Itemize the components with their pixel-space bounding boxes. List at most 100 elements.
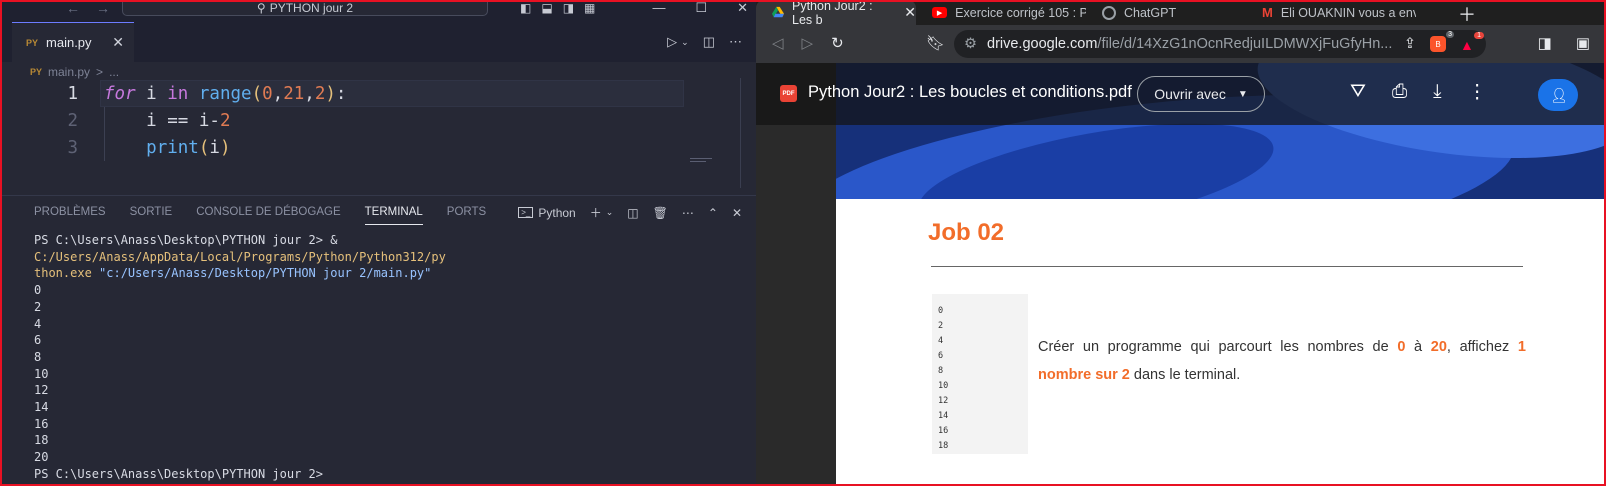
address-bar[interactable]: ⚙︎ drive.google.com/file/d/14XzG1nOcnRed… [954, 30, 1486, 58]
more-actions-icon[interactable]: ⋯ [682, 206, 694, 220]
customize-layout-icon[interactable]: ▦ [584, 1, 595, 15]
browser-tab-strip: Python Jour2 : Les b ✕ ▶ Exercice corrig… [756, 0, 1606, 27]
editor-tab-bar: PY main.py ✕ [0, 22, 756, 62]
more-actions-icon[interactable]: ⋯ [729, 34, 742, 50]
code-text: for i in range(0,21,2): [104, 84, 346, 104]
operator-minus: - [209, 110, 220, 131]
browser-nav: ◁ ▷ ↻ [772, 34, 844, 52]
output-line: 18 [938, 441, 949, 451]
code-line-3[interactable]: 3 print(i) [0, 134, 230, 161]
code-text: print(i) [104, 138, 230, 158]
terminal-output-line: 10 [34, 366, 49, 381]
tab-debug-console[interactable]: CONSOLE DE DÉBOGAGE [196, 206, 340, 225]
tab-close-icon[interactable]: ✕ [904, 4, 916, 21]
editor-scrollbar[interactable] [740, 78, 741, 188]
browser-tab-chatgpt[interactable]: ChatGPT [1086, 0, 1246, 25]
site-info-icon[interactable]: ⚙︎ [964, 36, 977, 52]
forward-icon[interactable]: ▷ [802, 34, 814, 52]
close-window-icon[interactable]: ✕ [737, 0, 748, 16]
split-editor-icon[interactable]: ◫ [703, 34, 715, 50]
toggle-secondary-sidebar-icon[interactable]: ◨ [563, 1, 574, 15]
vscode-nav-buttons: ← → [66, 0, 110, 16]
terminal-selector[interactable]: >_ Python [518, 206, 576, 220]
new-terminal-plus-icon[interactable]: ＋ [590, 204, 602, 221]
search-icon: ⚲ [256, 0, 266, 15]
back-icon[interactable]: ◁ [772, 34, 784, 52]
brave-shields-icon[interactable]: B3 [1430, 31, 1454, 52]
bookmark-icon[interactable]: 🔖︎ [926, 34, 945, 52]
maximize-icon[interactable]: ☐ [695, 0, 707, 16]
function-range: range [198, 83, 252, 104]
reload-icon[interactable]: ↻ [831, 34, 844, 52]
tab-problems[interactable]: PROBLÈMES [34, 206, 106, 225]
code-editor[interactable]: 1 for i in range(0,21,2): 2 i == i-2 3 p… [0, 80, 756, 195]
forward-arrow-icon[interactable]: → [96, 0, 110, 16]
code-line-2[interactable]: 2 i == i-2 [0, 107, 230, 134]
run-python-icon[interactable]: ▷ [667, 34, 677, 50]
toggle-sidebar-icon[interactable]: ◧ [520, 1, 531, 15]
open-with-button[interactable]: Ouvrir avec ▼ [1137, 76, 1265, 112]
vscode-titlebar: ← → ⚲ PYTHON jour 2 ◧ ⬓ ◨ ▦ — ☐ ✕ [0, 0, 756, 22]
browser-tab-title: Python Jour2 : Les b [792, 0, 873, 27]
download-icon[interactable]: ⤓ [1433, 81, 1441, 104]
command-center-search[interactable]: ⚲ PYTHON jour 2 [122, 0, 488, 16]
call-operator: & [330, 233, 338, 247]
google-drive-icon [772, 6, 784, 18]
browser-tab-youtube[interactable]: ▶ Exercice corrigé 105 : Pro [916, 0, 1086, 25]
exercise-description: Créer un programme qui parcourt les nomb… [1038, 333, 1526, 389]
code-text: i == i-2 [104, 110, 230, 131]
youtube-icon: ▶ [932, 7, 948, 18]
variable-i: i [146, 83, 157, 104]
paren-close: ) [219, 137, 231, 158]
browser-tab-drive[interactable]: Python Jour2 : Les b ✕ [756, 0, 916, 27]
chevron-down-icon[interactable]: ⌄ [681, 37, 689, 48]
breadcrumb-symbol[interactable]: ... [109, 65, 119, 79]
terminal-icon: >_ [518, 207, 534, 218]
tab-terminal[interactable]: TERMINAL [364, 206, 423, 225]
maximize-panel-icon[interactable]: ⌃ [708, 206, 718, 220]
split-terminal-icon[interactable]: ◫ [627, 206, 638, 220]
share-icon[interactable]: ⇪ [1404, 36, 1416, 52]
url-host: drive.google.com [987, 36, 1098, 52]
python-file-icon: PY [30, 67, 43, 77]
command-center-label: PYTHON jour 2 [269, 0, 354, 15]
paren-open: ( [198, 137, 210, 158]
function-print: print [146, 137, 199, 158]
tab-output[interactable]: SORTIE [130, 206, 173, 225]
print-icon[interactable]: ⎙ [1392, 81, 1407, 104]
back-arrow-icon[interactable]: ← [66, 0, 80, 16]
tab-ports[interactable]: PORTS [447, 206, 486, 225]
colon: : [335, 83, 347, 104]
new-tab-plus-icon[interactable]: ＋ [1458, 1, 1476, 27]
tab-close-icon[interactable]: ✕ [112, 34, 124, 51]
vscode-window: ← → ⚲ PYTHON jour 2 ◧ ⬓ ◨ ▦ — ☐ ✕ PY mai… [0, 0, 756, 486]
tab-main-py[interactable]: PY main.py ✕ [12, 22, 134, 62]
more-vert-icon[interactable]: ⋮ [1468, 81, 1487, 104]
sidebar-icon[interactable]: ◨ [1538, 34, 1552, 52]
pdf-viewer-header: PDF Python Jour2 : Les boucles et condit… [756, 63, 1606, 125]
breadcrumb: PY main.py > ... [30, 62, 119, 82]
chevron-down-icon[interactable]: ⌄ [606, 207, 614, 218]
minimap[interactable] [690, 158, 714, 166]
browser-toolbar: ◁ ▷ ↻ 🔖︎ ⚙︎ drive.google.com/file/d/14Xz… [756, 25, 1606, 63]
layout-controls: ◧ ⬓ ◨ ▦ [520, 1, 595, 15]
bottom-panel: PROBLÈMES SORTIE CONSOLE DE DÉBOGAGE TER… [0, 195, 756, 486]
close-panel-icon[interactable]: ✕ [732, 206, 742, 220]
add-to-drive-icon[interactable]: ⛛ [1350, 81, 1366, 104]
output-line: 4 [938, 336, 944, 346]
brave-rewards-icon[interactable]: ▲ 1 [1460, 32, 1484, 53]
desc-text: , affichez [1446, 339, 1518, 355]
output-line: 8 [938, 366, 944, 376]
share-button[interactable]: 👤︎ [1538, 79, 1578, 111]
code-line-1[interactable]: 1 for i in range(0,21,2): [0, 80, 346, 107]
terminal-output[interactable]: PS C:\Users\Anass\Desktop\PYTHON jour 2>… [34, 232, 746, 483]
title-divider [931, 266, 1523, 267]
toggle-panel-icon[interactable]: ⬓ [541, 1, 552, 15]
breadcrumb-file[interactable]: main.py [48, 65, 90, 79]
minimize-icon[interactable]: — [652, 0, 665, 16]
trash-icon[interactable]: 🗑 [653, 206, 668, 220]
paren-open: ( [251, 83, 263, 104]
browser-tab-gmail[interactable]: M Eli OUAKNIN vous a envo [1246, 0, 1416, 25]
panel-actions: >_ Python ＋ ⌄ ◫ 🗑 ⋯ ⌃ ✕ [518, 204, 742, 221]
wallet-icon[interactable]: ▣ [1576, 34, 1590, 52]
